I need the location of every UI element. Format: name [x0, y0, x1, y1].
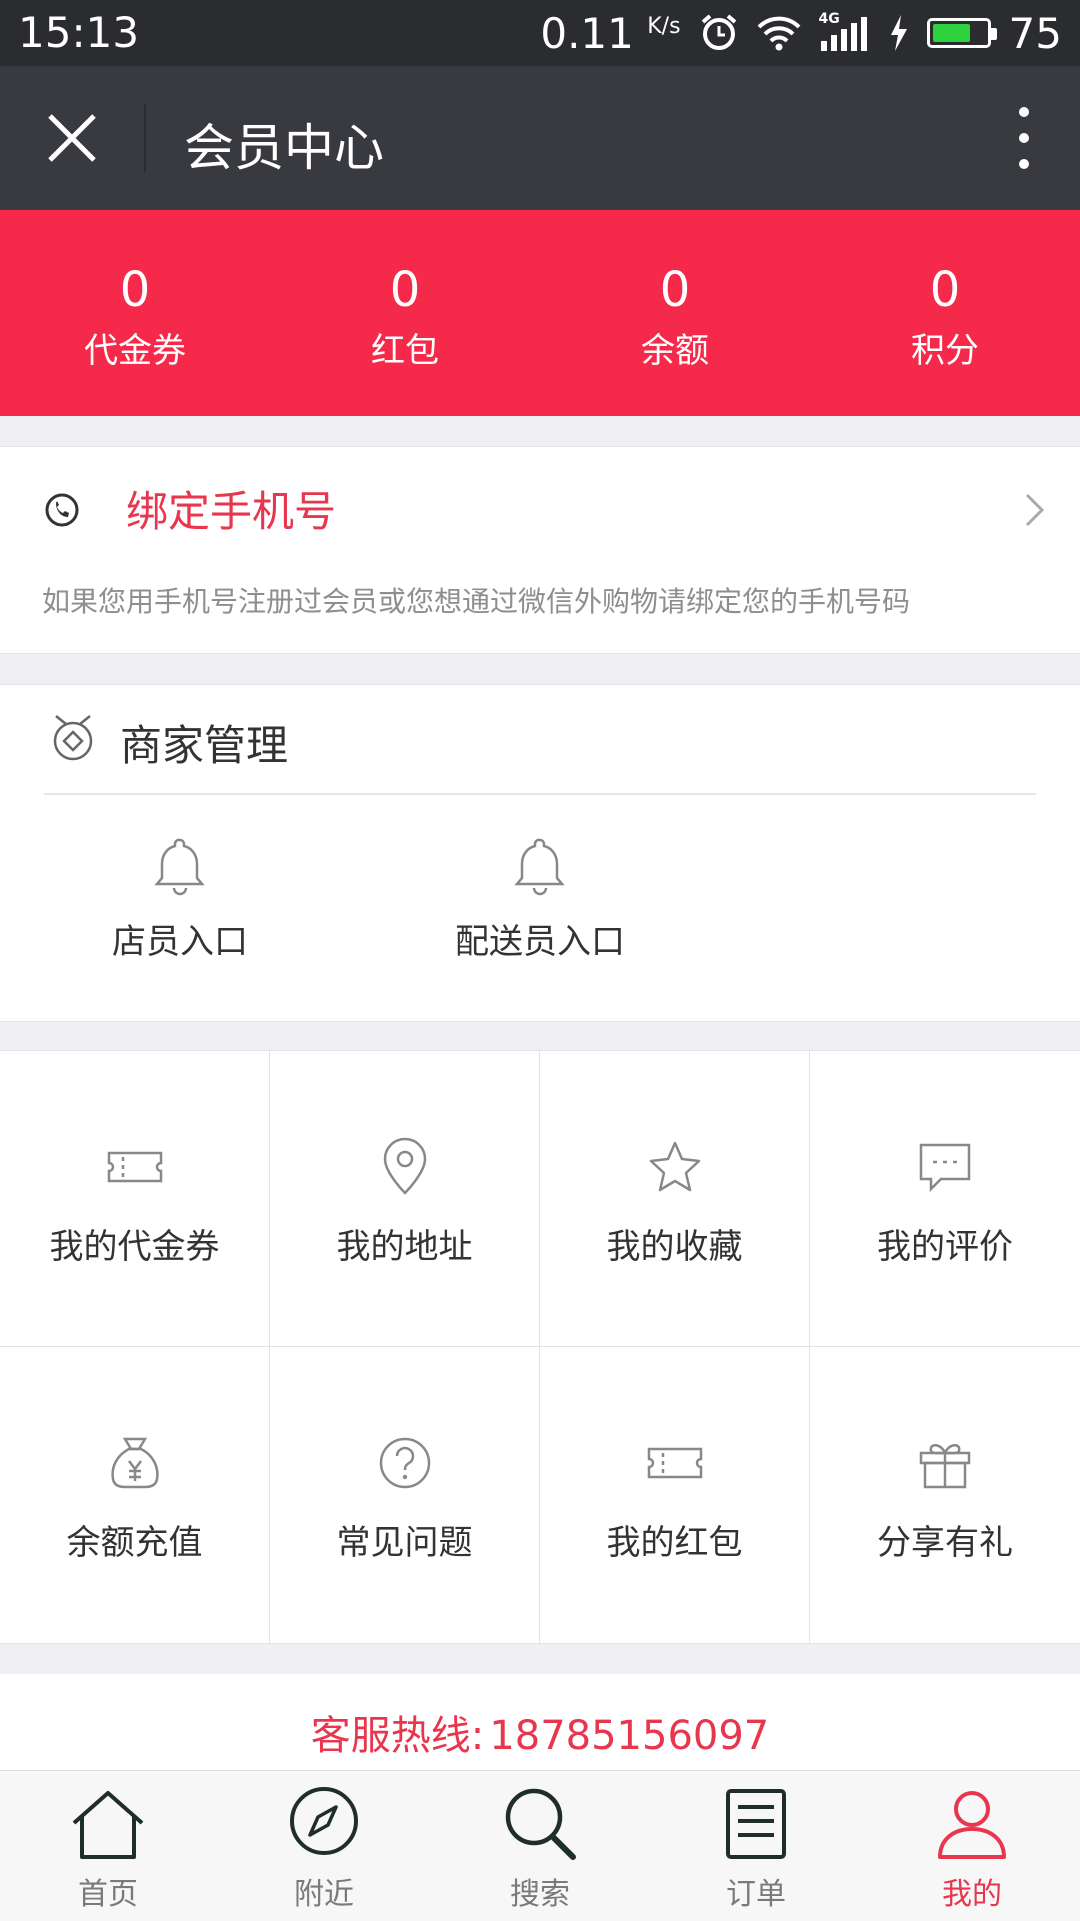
star-icon: [649, 1141, 701, 1192]
nav-label: 我的: [942, 1877, 1002, 1912]
member-stats: 0 代金券 0 红包 0 余额 0 积分: [0, 210, 1080, 416]
search-icon: [505, 1788, 576, 1860]
grid-item-share-gift[interactable]: 分享有礼: [810, 1347, 1080, 1643]
chevron-right-icon: [1025, 493, 1045, 527]
location-pin-icon: [383, 1137, 427, 1195]
stat-vouchers[interactable]: 0 代金券: [0, 210, 270, 416]
ticket-icon: [647, 1447, 703, 1479]
hotline-label: 客服热线:: [310, 1713, 485, 1759]
merchant-title: 商家管理: [120, 721, 289, 770]
grid-item-label: 我的评价: [877, 1227, 1013, 1267]
entry-label: 店员入口: [112, 922, 248, 962]
grid-item-label: 我的收藏: [606, 1227, 743, 1267]
wifi-icon: [757, 16, 800, 51]
hotline-number[interactable]: 18785156097: [489, 1713, 769, 1759]
grid-item-label: 分享有礼: [877, 1523, 1013, 1563]
grid-item-my-reviews[interactable]: 我的评价: [810, 1051, 1080, 1347]
delivery-entry[interactable]: 配送员入口: [430, 836, 650, 963]
grid-item-my-vouchers[interactable]: 我的代金券: [0, 1051, 270, 1347]
bind-phone-title[interactable]: 绑定手机号: [126, 478, 336, 539]
home-icon: [72, 1791, 144, 1859]
nav-mine[interactable]: 我的: [864, 1771, 1080, 1921]
battery-level: 75: [1008, 8, 1062, 58]
stat-label: 红包: [371, 331, 439, 371]
question-icon: [379, 1437, 431, 1489]
speed-value: 0.11: [540, 8, 634, 58]
title-separator: [144, 104, 146, 172]
nav-label: 附近: [294, 1877, 354, 1912]
user-icon: [938, 1791, 1006, 1859]
status-time: 15:13: [18, 8, 140, 57]
staff-entry[interactable]: 店员入口: [70, 836, 290, 963]
compass-icon: [290, 1787, 358, 1855]
money-bag-icon: [111, 1437, 159, 1489]
phone-icon: [45, 493, 79, 527]
signal-indicator: 4G: [819, 11, 871, 53]
bottom-nav: 首页 附近 搜索 订单 我的: [0, 1770, 1080, 1921]
gift-icon: [919, 1444, 971, 1489]
divider: [44, 793, 1036, 795]
close-icon[interactable]: [44, 110, 100, 166]
grid-item-my-red-packets[interactable]: 我的红包: [540, 1347, 810, 1643]
speed-unit: K/s: [647, 13, 681, 39]
stat-label: 代金券: [84, 331, 186, 371]
stat-label: 余额: [641, 331, 709, 371]
grid-item-label: 我的代金券: [49, 1227, 220, 1267]
stat-label: 积分: [911, 331, 979, 371]
page-title: 会员中心: [184, 119, 384, 177]
bell-icon: [154, 838, 205, 896]
stat-value: 0: [659, 262, 691, 318]
nav-home[interactable]: 首页: [0, 1771, 216, 1921]
bell-icon: [514, 838, 565, 896]
nav-search[interactable]: 搜索: [432, 1771, 648, 1921]
grid-item-label: 常见问题: [336, 1523, 473, 1563]
ticket-icon: [107, 1151, 163, 1183]
grid-item-my-address[interactable]: 我的地址: [270, 1051, 540, 1347]
stat-value: 0: [119, 262, 151, 318]
nav-orders[interactable]: 订单: [648, 1771, 864, 1921]
status-indicators: 0.11 K/s 4G 75: [540, 8, 1062, 58]
status-bar: 15:13 0.11 K/s 4G 75: [0, 0, 1080, 66]
medal-icon: [53, 715, 93, 761]
battery-fill: [932, 24, 971, 42]
alarm-icon: [701, 14, 736, 50]
grid-item-my-favorites[interactable]: 我的收藏: [540, 1051, 810, 1347]
charging-icon: [890, 15, 907, 51]
bind-phone-description: 如果您用手机号注册过会员或您想通过微信外购物请绑定您的手机号码: [42, 585, 911, 618]
comment-icon: [919, 1143, 971, 1193]
battery-icon: [926, 18, 997, 48]
more-menu-icon[interactable]: [1012, 104, 1036, 172]
nav-nearby[interactable]: 附近: [216, 1771, 432, 1921]
stat-value: 0: [389, 262, 421, 318]
grid-item-balance-recharge[interactable]: 余额充值: [0, 1347, 270, 1643]
grid-item-faq[interactable]: 常见问题: [270, 1347, 540, 1643]
stat-points[interactable]: 0 积分: [810, 210, 1080, 416]
stat-balance[interactable]: 0 余额: [540, 210, 810, 416]
nav-label: 订单: [726, 1877, 786, 1912]
order-list-icon: [726, 1789, 786, 1859]
entry-label: 配送员入口: [455, 922, 625, 962]
grid-item-label: 我的地址: [336, 1227, 473, 1267]
customer-hotline[interactable]: 客服热线: 18785156097: [0, 1674, 1080, 1770]
grid-item-label: 我的红包: [606, 1523, 743, 1563]
network-speed: 0.11 K/s: [540, 9, 680, 58]
nav-label: 搜索: [510, 1877, 570, 1912]
stat-value: 0: [929, 262, 961, 318]
grid-item-label: 余额充值: [66, 1523, 203, 1563]
nav-label: 首页: [78, 1877, 138, 1912]
feature-grid: 我的代金券 我的地址 我的收藏 我的评价 余额充值 常见问题 我的红包 分享有礼: [0, 1050, 1080, 1644]
signal-icon: [820, 17, 867, 51]
title-bar: 会员中心: [0, 66, 1080, 210]
stat-red-packets[interactable]: 0 红包: [270, 210, 540, 416]
